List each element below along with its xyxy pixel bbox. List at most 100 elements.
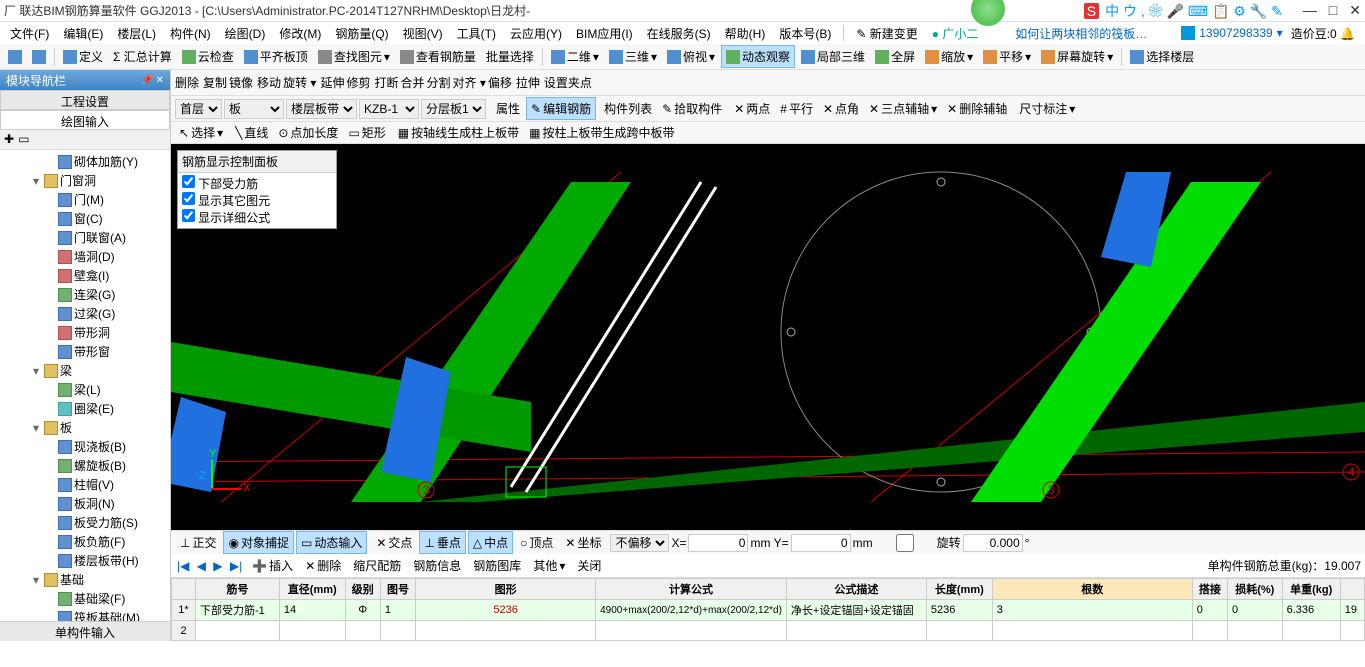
menu-file[interactable]: 文件(F) [4, 23, 55, 44]
tree-node[interactable]: 圈梁(E) [2, 399, 168, 418]
layer-select[interactable]: 楼层板带 [286, 99, 357, 119]
credit-label[interactable]: 造价豆:0 🔔 [1285, 23, 1361, 44]
tb-trim[interactable]: 修剪 [346, 74, 370, 91]
menu-draw[interactable]: 绘图(D) [219, 23, 272, 44]
nav-prev[interactable]: ◀ [195, 559, 208, 573]
tt-info[interactable]: 钢筋信息 [409, 555, 465, 576]
tree-node[interactable]: 板洞(N) [2, 494, 168, 513]
tb-angle[interactable]: ✕ 点角 [819, 98, 863, 119]
tb-mirror[interactable]: 镜像 [229, 74, 253, 91]
tb-parallel[interactable]: # 平行 [776, 98, 817, 119]
menu-version[interactable]: 版本号(B) [773, 23, 837, 44]
tt-close[interactable]: 关闭 [573, 555, 605, 576]
tb-midgen[interactable]: ▦ 按柱上板带生成跨中板带 [525, 122, 678, 143]
maximize-button[interactable]: □ [1329, 2, 1337, 19]
tb-twopoint[interactable]: ✕ 两点 [730, 98, 774, 119]
tree-node[interactable]: 带形窗 [2, 342, 168, 361]
tree-node[interactable]: 现浇板(B) [2, 437, 168, 456]
mini-collapse-icon[interactable]: ▭ [18, 132, 29, 147]
tb-orbit[interactable]: 动态观察 [721, 45, 795, 68]
tree-node[interactable]: 板负筋(F) [2, 532, 168, 551]
tree-node[interactable]: ▾门窗洞 [2, 171, 168, 190]
tb-redo[interactable] [28, 48, 50, 66]
tb-local3d[interactable]: 局部三维 [797, 46, 869, 67]
sb-coord[interactable]: ✕ 坐标 [560, 531, 606, 554]
tb-stretch[interactable]: 拉伸 [516, 74, 540, 91]
sb-top[interactable]: ○ 顶点 [515, 531, 558, 554]
tb-cloudcheck[interactable]: 云检查 [178, 46, 238, 67]
menu-tools[interactable]: 工具(T) [451, 23, 502, 44]
rot-check[interactable] [875, 534, 935, 552]
tb-attr[interactable]: 属性 [490, 98, 524, 119]
tb-define[interactable]: 定义 [59, 46, 107, 67]
top-help-link[interactable]: 如何让两块相邻的筏板… [1015, 25, 1147, 42]
tree-node[interactable]: 壁龛(I) [2, 266, 168, 285]
sb-snap[interactable]: ◉ 对象捕捉 [223, 531, 294, 554]
section-draw[interactable]: 绘图输入 [0, 110, 170, 130]
floor-select[interactable]: 首层 [175, 99, 222, 119]
tree-node[interactable]: 砌体加筋(Y) [2, 152, 168, 171]
tb-break[interactable]: 打断 [374, 74, 398, 91]
ime-logo[interactable]: S [1084, 3, 1099, 19]
tree-node[interactable]: 连梁(G) [2, 285, 168, 304]
tb-sum[interactable]: Σ 汇总计算 [109, 46, 176, 67]
tt-delete[interactable]: ✕ 删除 [301, 555, 345, 576]
rebar-table[interactable]: 筋号直径(mm)级别图号 图形计算公式公式描述 长度(mm)根数 搭接损耗(%)… [171, 578, 1365, 641]
tb-delaux[interactable]: ✕ 删除辅轴 [943, 98, 1011, 119]
menu-edit[interactable]: 编辑(E) [57, 23, 109, 44]
tree-node[interactable]: 螺旋板(B) [2, 456, 168, 475]
tree-node[interactable]: 窗(C) [2, 209, 168, 228]
menu-component[interactable]: 构件(N) [164, 23, 217, 44]
nav-first[interactable]: |◀ [175, 559, 191, 573]
tree-node[interactable]: 门联窗(A) [2, 228, 168, 247]
minimize-button[interactable]: — [1303, 2, 1317, 19]
tb-offset[interactable]: 偏移 [488, 74, 512, 91]
tb-axisgen[interactable]: ▦ 按轴线生成柱上板带 [394, 122, 523, 143]
menu-online[interactable]: 在线服务(S) [641, 23, 717, 44]
ime-icons[interactable]: 中 ウ , ❀ 🎤 ⌨ 📋 ⚙ 🔧 ✎ [1105, 1, 1283, 21]
tb-editrebar[interactable]: ✎ 编辑钢筋 [526, 97, 596, 120]
menu-bim[interactable]: BIM应用(I) [570, 23, 639, 44]
menu-help[interactable]: 帮助(H) [719, 23, 772, 44]
tree-node[interactable]: ▾基础 [2, 570, 168, 589]
sb-dyn[interactable]: ▭ 动态输入 [296, 531, 367, 554]
sidebar-pin-icon[interactable]: 📌 [141, 75, 153, 86]
tb-ptlen[interactable]: ⊙ 点加长度 [274, 122, 342, 143]
tree-node[interactable]: ▾梁 [2, 361, 168, 380]
tb-select[interactable]: ↖ 选择 ▾ [175, 122, 227, 143]
tb-align[interactable]: 对齐 ▾ [453, 74, 486, 91]
chk-show-other[interactable]: 显示其它图元 [182, 192, 332, 209]
tree-node[interactable]: 柱帽(V) [2, 475, 168, 494]
nav-next[interactable]: ▶ [211, 559, 224, 573]
tree-node[interactable]: 筏板基础(M) [2, 608, 168, 621]
tb-3d[interactable]: 三维 ▾ [605, 46, 661, 67]
table-row[interactable]: 2 [172, 621, 1365, 641]
rebar-display-panel[interactable]: 钢筋显示控制面板 下部受力筋 显示其它图元 显示详细公式 [177, 150, 337, 229]
tt-scale[interactable]: 缩尺配筋 [349, 555, 405, 576]
tt-other[interactable]: 其他 ▾ [529, 555, 569, 576]
section-single-input[interactable]: 单构件输入 [0, 621, 170, 641]
tree-node[interactable]: 墙洞(D) [2, 247, 168, 266]
component-tree[interactable]: 砌体加筋(Y)▾门窗洞门(M)窗(C)门联窗(A)墙洞(D)壁龛(I)连梁(G)… [0, 150, 170, 621]
sb-mid[interactable]: △ 中点 [468, 531, 513, 554]
tb-copy[interactable]: 复制 [203, 74, 227, 91]
tb-pickcomp[interactable]: ✎ 拾取构件 [658, 98, 726, 119]
close-button[interactable]: ✕ [1349, 2, 1361, 19]
tb-selfloor[interactable]: 选择楼层 [1126, 46, 1198, 67]
tree-node[interactable]: 梁(L) [2, 380, 168, 399]
tb-zoom[interactable]: 缩放 ▾ [921, 46, 977, 67]
tb-undo[interactable] [4, 48, 26, 66]
tree-node[interactable]: 带形洞 [2, 323, 168, 342]
tree-node[interactable]: 基础梁(F) [2, 589, 168, 608]
tb-rect[interactable]: ▭ 矩形 [344, 122, 389, 143]
x-input[interactable] [688, 534, 748, 552]
tb-pan[interactable]: 平移 ▾ [979, 46, 1035, 67]
tb-fullscreen[interactable]: 全屏 [871, 46, 919, 67]
nav-last[interactable]: ▶| [228, 559, 244, 573]
tb-split[interactable]: 分割 [427, 74, 451, 91]
tb-delete[interactable]: 删除 [175, 74, 199, 91]
menu-rebar[interactable]: 钢筋量(Q) [329, 23, 394, 44]
tb-find[interactable]: 查找图元 ▾ [314, 46, 394, 67]
sb-ortho[interactable]: ⊥ 正交 [175, 531, 221, 554]
tb-viewrebar[interactable]: 查看钢筋量 [396, 46, 480, 67]
